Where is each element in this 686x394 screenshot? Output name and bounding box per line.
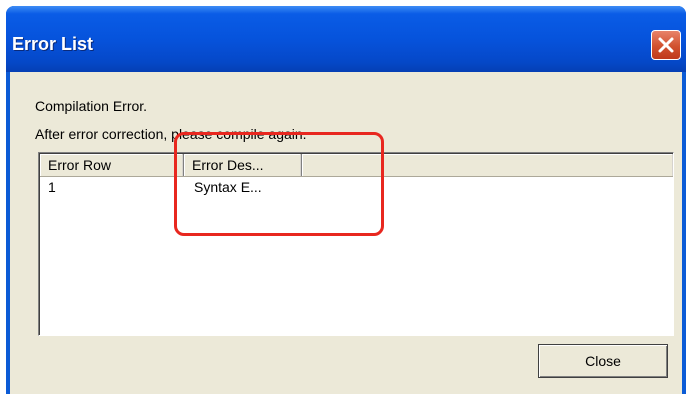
message-line-1: Compilation Error.	[35, 98, 148, 114]
window-close-button[interactable]	[651, 30, 681, 60]
column-header-error-row[interactable]: Error Row	[40, 154, 184, 176]
highlight-annotation	[174, 132, 384, 236]
window-title: Error List	[12, 34, 94, 54]
title-bar[interactable]: Error List	[6, 6, 686, 72]
close-icon	[658, 37, 674, 53]
cell-error-row: 1	[48, 179, 56, 195]
close-button[interactable]: Close	[538, 344, 668, 378]
error-list-window: Error List Compilation Error. After erro…	[6, 6, 686, 394]
